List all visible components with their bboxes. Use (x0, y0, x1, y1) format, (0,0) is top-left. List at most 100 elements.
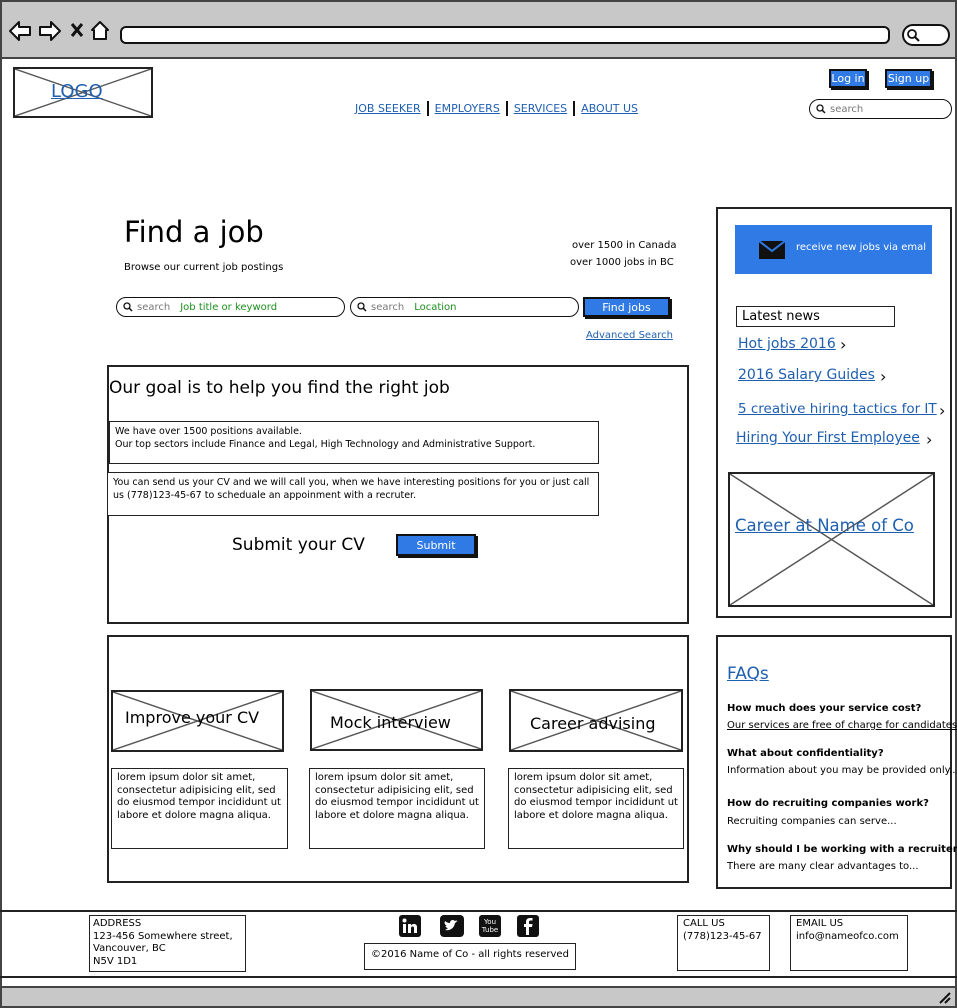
address-bar[interactable] (120, 26, 890, 44)
footer-bottom-line (0, 976, 957, 978)
search-placeholder: search (830, 103, 864, 115)
news-link[interactable]: 2016 Salary Guides (738, 367, 875, 383)
service-card-image[interactable]: Mock interview (310, 689, 483, 751)
browser-toolbar (0, 0, 957, 59)
goal-heading: Our goal is to help you find the right j… (109, 378, 450, 398)
submit-cv-label: Submit your CV (232, 535, 365, 555)
faq-answer: Information about you may be provided on… (727, 765, 957, 776)
browser-status-bar (0, 986, 957, 1008)
faq-heading[interactable]: FAQs (727, 664, 769, 684)
service-description-text: lorem ipsum dolor sit amet, consectetur … (315, 772, 479, 821)
magnifier-icon (907, 29, 920, 42)
positions-line1: We have over 1500 positions available. (115, 426, 302, 437)
news-link[interactable]: 5 creative hiring tactics for IT (738, 401, 937, 417)
advanced-search-link[interactable]: Advanced Search (586, 330, 673, 341)
faq-question: Why should I be working with a recruiter… (727, 844, 957, 855)
nav-employers[interactable]: EMPLOYERS (435, 102, 500, 115)
service-title: Improve your CV (125, 708, 260, 727)
service-title: Mock interview (330, 713, 451, 732)
call-label: CALL US (683, 918, 725, 929)
youtube-icon[interactable]: You Tube (479, 915, 501, 937)
signup-button[interactable]: Sign up (885, 69, 932, 88)
resize-handle-icon[interactable] (937, 990, 951, 1004)
nav-divider (573, 101, 576, 116)
close-icon (70, 23, 84, 37)
forward-icon (39, 21, 61, 41)
page-subtitle: Browse our current job postings (124, 262, 284, 273)
footer-call: CALL US (778)123-45-67 (677, 915, 770, 971)
service-description-text: lorem ipsum dolor sit amet, consectetur … (514, 772, 678, 821)
email-address[interactable]: info@nameofco.com (796, 931, 902, 944)
search-icon (123, 302, 133, 312)
stat-canada: over 1500 in Canada (572, 240, 677, 251)
location-search-placeholder: search (371, 301, 405, 313)
faq-answer[interactable]: Our services are free of charge for cand… (727, 720, 957, 731)
latest-news-label: Latest news (742, 309, 820, 324)
browser-nav-icons (9, 21, 109, 41)
footer-address: ADDRESS 123-456 Somewhere street, Vancou… (89, 915, 246, 972)
faq-answer: Recruiting companies can serve... (727, 816, 897, 827)
location-search-input[interactable]: search Location (350, 297, 579, 317)
service-description: lorem ipsum dolor sit amet, consectetur … (111, 768, 288, 849)
submit-cv-button[interactable]: Submit (396, 534, 476, 556)
career-link[interactable]: Career at Name of Co (735, 516, 914, 535)
service-description: lorem ipsum dolor sit amet, consectetur … (508, 768, 684, 849)
login-button[interactable]: Log in (829, 69, 867, 88)
browser-search-box[interactable] (902, 24, 950, 46)
service-description: lorem ipsum dolor sit amet, consectetur … (309, 768, 485, 849)
header-search-input[interactable]: search (809, 99, 952, 119)
location-hint: Location (414, 301, 457, 313)
service-card-image[interactable]: Improve your CV (111, 690, 284, 752)
subscribe-button[interactable]: receive new jobs via emal (735, 225, 932, 274)
career-image-placeholder[interactable]: Career at Name of Co (728, 472, 935, 607)
image-placeholder-icon (730, 474, 933, 605)
search-icon (357, 302, 367, 312)
logo-text: LOGO (51, 81, 103, 102)
cv-info-box: You can send us your CV and we will call… (107, 472, 599, 516)
subscribe-label: receive new jobs via emal (796, 242, 927, 253)
main-nav: JOB SEEKER EMPLOYERS SERVICES ABOUT US (355, 98, 638, 117)
service-card-image[interactable]: Career advising (509, 689, 683, 752)
keyword-search-input[interactable]: search Job title or keyword (116, 297, 345, 317)
copyright-text: ©2016 Name of Co - all rights reserved (371, 949, 569, 960)
linkedin-icon[interactable] (399, 915, 421, 937)
latest-news-heading: Latest news (736, 306, 895, 327)
chevron-right-icon: › (926, 430, 933, 449)
youtube-icon-text: You Tube (481, 918, 499, 934)
nav-about-us[interactable]: ABOUT US (581, 102, 638, 115)
keyword-search-placeholder: search (137, 301, 171, 313)
chevron-right-icon: › (939, 401, 946, 420)
address-line: 123-456 Somewhere street, (93, 930, 233, 942)
faq-question: How do recruiting companies work? (727, 798, 929, 809)
address-line: Vancouver, BC (93, 943, 166, 954)
page-title: Find a job (124, 215, 264, 249)
news-link[interactable]: Hot jobs 2016 (738, 336, 836, 352)
envelope-icon (758, 240, 786, 259)
social-icons: You Tube (399, 915, 541, 939)
nav-divider (505, 101, 508, 116)
cv-info-text: You can send us your CV and we will call… (113, 477, 590, 501)
home-icon (91, 21, 109, 40)
find-jobs-button[interactable]: Find jobs (583, 297, 670, 317)
address-label: ADDRESS (93, 918, 142, 929)
news-link[interactable]: Hiring Your First Employee (736, 430, 920, 446)
keyword-hint: Job title or keyword (180, 301, 278, 313)
positions-line2: Our top sectors include Finance and Lega… (115, 439, 536, 450)
phone-number[interactable]: (778)123-45-67 (683, 931, 764, 944)
nav-services[interactable]: SERVICES (514, 102, 567, 115)
nav-job-seeker[interactable]: JOB SEEKER (355, 102, 421, 115)
footer-email: EMAIL US info@nameofco.com (790, 915, 908, 971)
twitter-icon[interactable] (440, 915, 464, 937)
faq-question: What about confidentiality? (727, 748, 884, 759)
chevron-right-icon: › (880, 367, 887, 386)
back-icon (9, 21, 31, 41)
address-line: N5V 1D1 (93, 955, 138, 967)
faq-answer: There are many clear advantages to... (727, 861, 919, 872)
stat-bc: over 1000 jobs in BC (570, 257, 674, 268)
service-title: Career advising (530, 714, 656, 733)
chevron-right-icon: › (840, 335, 847, 354)
facebook-icon[interactable] (517, 915, 539, 937)
nav-divider (426, 101, 429, 116)
footer-divider (0, 910, 957, 912)
logo-placeholder[interactable]: LOGO (13, 67, 153, 118)
